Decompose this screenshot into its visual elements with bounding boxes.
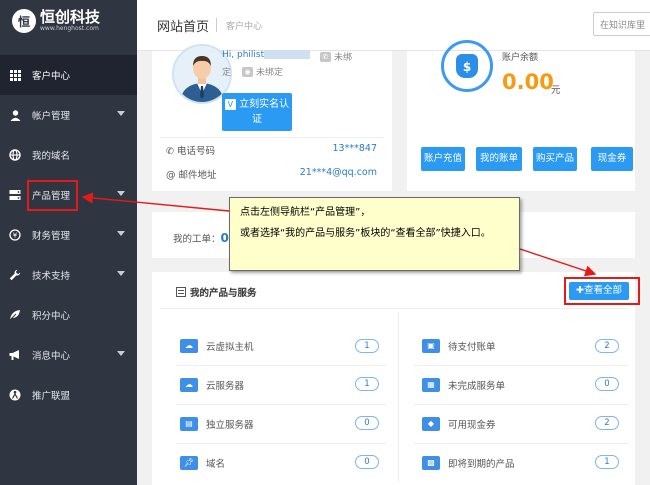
arrow-to-product-management [81, 192, 230, 212]
callout-line-1: 点击左侧导航栏“产品管理”， [240, 207, 371, 218]
instruction-callout: 点击左侧导航栏“产品管理”， 或者选择“我的产品与服务”板块的“查看全部”快捷入… [229, 197, 520, 271]
arrow-to-view-all [519, 248, 597, 277]
callout-line-2: 或者选择“我的产品与服务”板块的“查看全部”快捷入口。 [240, 228, 491, 239]
